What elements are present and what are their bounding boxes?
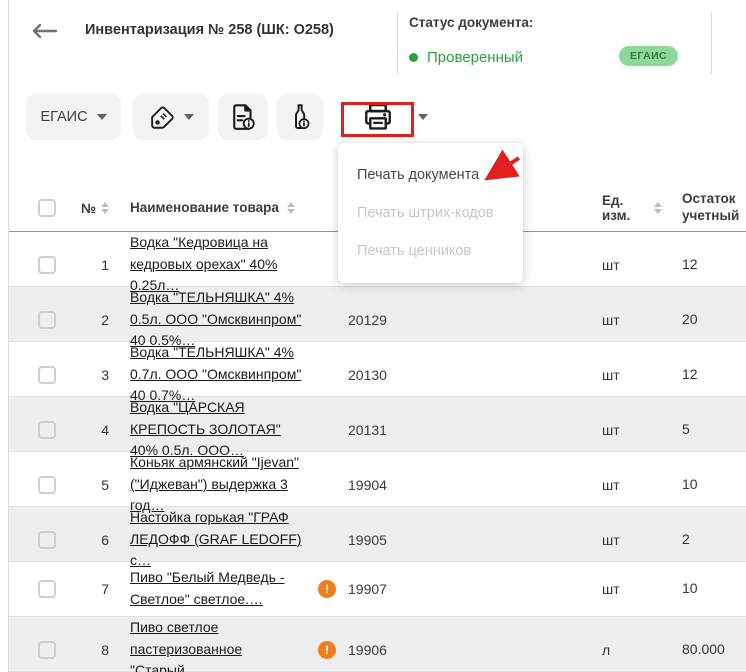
table-row: 2 Водка "ТЕЛЬНЯШКА" 4% 0.5л. ООО "Омскви… [9, 287, 746, 348]
sort-icon[interactable] [654, 202, 662, 214]
product-code: 20129 [348, 311, 387, 328]
product-code: 19904 [348, 476, 387, 493]
unit-value: шт [602, 531, 620, 548]
row-number: 7 [101, 581, 109, 597]
back-button[interactable] [30, 22, 58, 40]
row-checkbox[interactable] [38, 640, 56, 659]
table-row: 7 Пиво "Белый Медведь - Светлое" светлое… [9, 562, 746, 617]
chevron-down-icon [418, 114, 428, 120]
table-row: 8 Пиво светлое пастеризованное "Старый… … [9, 617, 746, 672]
row-number: 1 [101, 256, 109, 273]
unit-value: шт [602, 581, 620, 597]
warning-icon [318, 640, 336, 659]
product-name-link[interactable]: Пиво "Белый Медведь - Светлое" светлое.… [130, 569, 285, 607]
product-name-link[interactable]: Водка "ЦАРСКАЯ КРЕПОСТЬ ЗОЛОТАЯ" 40% 0.5… [130, 399, 281, 458]
column-header-stock: Остаток учетный [682, 191, 740, 223]
column-header-num: № [80, 200, 96, 216]
egais-badge: ЕГАИС [619, 46, 679, 66]
row-checkbox[interactable] [38, 310, 56, 329]
row-checkbox[interactable] [38, 420, 56, 439]
sort-icon[interactable] [101, 202, 109, 214]
print-dropdown-menu: Печать документа Печать штрих-кодов Печа… [338, 143, 523, 283]
product-name-link[interactable]: Водка "ТЕЛЬНЯШКА" 4% 0.5л. ООО "Омсквинп… [130, 289, 301, 348]
menu-item-print-barcodes: Печать штрих-кодов [357, 205, 494, 221]
document-info-icon [233, 104, 255, 130]
menu-item-print-document[interactable]: Печать документа [338, 156, 523, 194]
row-number: 8 [101, 641, 109, 658]
stock-value: 5 [682, 420, 690, 437]
unit-value: шт [602, 311, 620, 328]
stock-value: 2 [682, 530, 690, 547]
row-checkbox[interactable] [38, 255, 56, 274]
row-checkbox[interactable] [38, 475, 56, 494]
column-header-name: Наименование товара [130, 199, 279, 215]
row-number: 3 [101, 366, 109, 383]
divider [397, 12, 398, 74]
product-name-link[interactable]: Настойка горькая "ГРАФ ЛЕДОФФ (GRAF LEDO… [130, 509, 301, 568]
stock-value: 10 [682, 475, 698, 492]
arrow-left-icon [32, 23, 58, 39]
menu-item-print-pricetags: Печать ценников [357, 243, 472, 259]
unit-value: шт [602, 476, 620, 493]
product-code: 19906 [348, 641, 387, 658]
row-checkbox[interactable] [38, 530, 56, 549]
select-all-checkbox[interactable] [38, 199, 56, 217]
product-code: 20131 [348, 421, 387, 438]
stock-value: 20 [682, 310, 698, 327]
row-number: 5 [101, 476, 109, 493]
row-checkbox[interactable] [38, 580, 56, 598]
bottle-info-button[interactable] [277, 94, 323, 140]
product-code: 20130 [348, 366, 387, 383]
stock-value: 12 [682, 255, 698, 272]
unit-value: шт [602, 421, 620, 438]
status-dot-icon [409, 53, 418, 62]
unit-value: шт [602, 366, 620, 383]
chevron-down-icon [183, 114, 194, 120]
table-row: 4 Водка "ЦАРСКАЯ КРЕПОСТЬ ЗОЛОТАЯ" 40% 0… [9, 397, 746, 458]
stock-value: 80.000 [682, 640, 725, 657]
status-label: Статус документа: [409, 15, 534, 30]
labels-dropdown-button[interactable] [133, 94, 209, 140]
egais-button-label: ЕГАИС [40, 109, 88, 125]
unit-value: л [602, 641, 611, 658]
egais-dropdown-button[interactable]: ЕГАИС [26, 94, 121, 140]
table-row: 5 Коньяк армянский "Ijevan" ("Иджеван") … [9, 452, 746, 513]
product-name-link[interactable]: Пиво светлое пастеризованное "Старый… [130, 619, 242, 672]
bottle-info-icon [295, 104, 310, 130]
product-name-link[interactable]: Водка "Кедровица на кедровых орехах" 40%… [130, 234, 277, 293]
stock-value: 10 [682, 580, 698, 597]
divider [711, 12, 712, 74]
product-name-link[interactable]: Водка "ТЕЛЬНЯШКА" 4% 0.7л. ООО "Омсквинп… [130, 344, 301, 403]
row-number: 6 [101, 531, 109, 548]
stock-value: 12 [682, 365, 698, 382]
tag-icon [150, 105, 174, 129]
product-name-link[interactable]: Коньяк армянский "Ijevan" ("Иджеван") вы… [130, 454, 299, 513]
status-value: Проверенный [427, 49, 524, 66]
status-row: Проверенный [409, 49, 523, 66]
product-code: 19905 [348, 531, 387, 548]
row-number: 2 [101, 311, 109, 328]
column-header-unit: Ед. изм. [602, 193, 631, 223]
product-code: 19907 [348, 581, 387, 597]
printer-icon [365, 103, 391, 130]
table-row: 6 Настойка горькая "ГРАФ ЛЕДОФФ (GRAF LE… [9, 507, 746, 568]
sort-icon[interactable] [286, 201, 295, 214]
document-info-button[interactable] [218, 94, 268, 140]
table-row: 3 Водка "ТЕЛЬНЯШКА" 4% 0.7л. ООО "Омскви… [9, 342, 746, 403]
unit-value: шт [602, 256, 620, 273]
row-number: 4 [101, 421, 109, 438]
page-title: Инвентаризация № 258 (ШК: О258) [85, 22, 334, 38]
row-checkbox[interactable] [38, 365, 56, 384]
print-dropdown-button[interactable] [330, 94, 430, 140]
warning-icon [318, 580, 336, 598]
chevron-down-icon [96, 114, 107, 120]
